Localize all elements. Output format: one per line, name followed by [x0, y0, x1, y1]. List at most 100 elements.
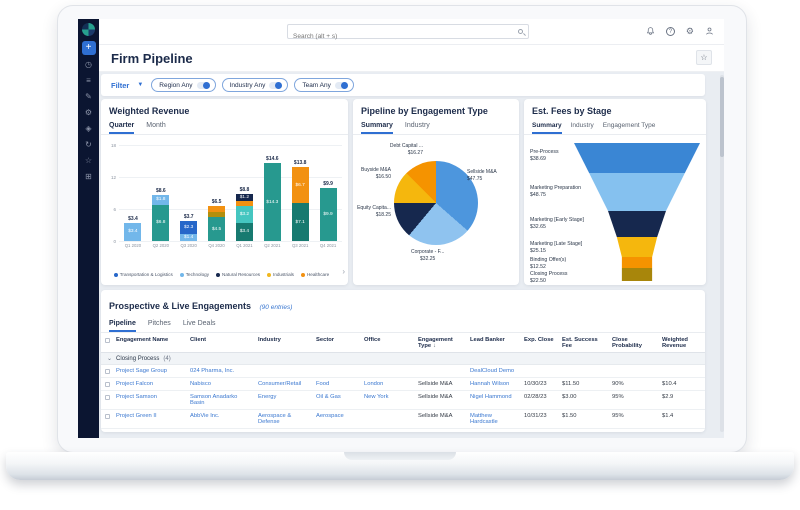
tab-summary[interactable]: Summary: [361, 122, 393, 134]
grid-icon[interactable]: ⊞: [85, 172, 92, 182]
table-cell: Sum: $16.00: [559, 431, 609, 432]
table-cell[interactable]: Exp. Close: [521, 336, 559, 344]
user-icon[interactable]: [705, 26, 714, 36]
app-window: + ◷ ≡ ✎ ⚙ ◈ ↻ ☆ ⊞ ? ⚙: [78, 19, 724, 438]
sort-desc-icon[interactable]: ↓: [433, 343, 436, 349]
add-new-button[interactable]: +: [82, 41, 96, 55]
table-cell[interactable]: Engagement Name: [113, 336, 187, 344]
table-cell: 02/28/23: [521, 393, 559, 401]
table-cell[interactable]: Nabisco: [187, 380, 255, 388]
table-cell[interactable]: Close Probability: [609, 336, 659, 350]
table-cell[interactable]: Food: [313, 380, 361, 388]
sidebar: + ◷ ≡ ✎ ⚙ ◈ ↻ ☆ ⊞: [78, 19, 99, 438]
table-cell[interactable]: DealCloud Demo: [467, 367, 521, 375]
table-cell[interactable]: Hannah Wilson: [467, 380, 521, 388]
tab-industry[interactable]: Industry: [571, 122, 594, 134]
bar-segment: $3.4: [236, 223, 253, 241]
table-cell[interactable]: Oil & Gas: [313, 393, 361, 401]
gear-icon[interactable]: ⚙: [686, 26, 694, 36]
header-checkbox[interactable]: [105, 338, 110, 343]
legend-label: Natural Resources: [222, 272, 260, 277]
table-cell[interactable]: Engagement Type↓: [415, 336, 467, 350]
help-icon[interactable]: ?: [666, 27, 675, 36]
table-cell: [101, 336, 113, 344]
filter-chip-region[interactable]: Region Any: [151, 78, 215, 92]
star-icon[interactable]: ☆: [85, 156, 92, 166]
table-cell[interactable]: Aerospace & Defense: [255, 412, 313, 426]
search-icon: [518, 29, 523, 34]
favorite-star-button[interactable]: ☆: [696, 50, 712, 65]
group-collapse-icon[interactable]: ⌄: [107, 355, 112, 362]
legend-more-chevron-icon[interactable]: ›: [342, 267, 345, 276]
legend-item[interactable]: Technology: [180, 272, 209, 277]
clock-icon[interactable]: ◷: [85, 60, 92, 70]
table-cell[interactable]: Samson Anadarko Basin: [187, 393, 255, 407]
row-checkbox[interactable]: [105, 382, 110, 387]
table-cell[interactable]: Industry: [255, 336, 313, 344]
table-cell: $2.9: [659, 393, 705, 401]
tab-pipeline[interactable]: Pipeline: [109, 320, 136, 332]
table-cell[interactable]: Nigel Hammond: [467, 393, 521, 401]
table-cell[interactable]: Project Green II: [113, 412, 187, 420]
tab-quarter[interactable]: Quarter: [109, 122, 134, 134]
table-cell[interactable]: Project Samson: [113, 393, 187, 401]
filter-chip-team[interactable]: Team Any: [294, 78, 354, 92]
row-checkbox[interactable]: [105, 395, 110, 400]
table-cell[interactable]: Energy: [255, 393, 313, 401]
legend-item[interactable]: Industrials: [267, 272, 294, 277]
table-cell[interactable]: Matthew Hardcastle: [467, 412, 521, 426]
table-cell[interactable]: 024 Pharma, Inc.: [187, 367, 255, 375]
tab-pitches[interactable]: Pitches: [148, 320, 171, 332]
legend-item[interactable]: Healthcare: [301, 272, 329, 277]
vertical-scrollbar[interactable]: [720, 75, 724, 432]
chip-toggle[interactable]: [197, 82, 210, 89]
tag-icon[interactable]: ◈: [85, 124, 91, 134]
tab-industry[interactable]: Industry: [405, 122, 430, 134]
table-cell[interactable]: London: [361, 380, 415, 388]
table-tabs: Pipeline Pitches Live Deals: [101, 314, 705, 333]
table-cell[interactable]: New York: [361, 393, 415, 401]
table-cell[interactable]: Client: [187, 336, 255, 344]
funnel-label: Closing Process$22.50: [530, 271, 567, 285]
table-cell[interactable]: Project Sage Group: [113, 367, 187, 375]
tab-live-deals[interactable]: Live Deals: [183, 320, 216, 332]
bars: $3.4$3.4Q1 2020$8.6$1.8$6.8Q2 2020$3.7$2…: [119, 145, 342, 241]
table-row: Project Green IIAbbVie Inc.Aerospace & D…: [101, 410, 705, 429]
row-checkbox[interactable]: [105, 414, 110, 419]
table-cell[interactable]: Est. Success Fee: [559, 336, 609, 350]
legend-item[interactable]: Transportation & Logistics: [114, 272, 173, 277]
table-cell[interactable]: Sector: [313, 336, 361, 344]
chip-toggle[interactable]: [335, 82, 348, 89]
list-icon[interactable]: ≡: [86, 76, 91, 86]
table-cell[interactable]: Lead Banker: [467, 336, 521, 344]
tab-month[interactable]: Month: [146, 122, 165, 134]
utility-bar: ? ⚙: [99, 19, 724, 45]
bar-chart-tabs: Quarter Month: [101, 116, 348, 135]
history-icon[interactable]: ↻: [85, 140, 92, 150]
table-cell[interactable]: Aerospace: [313, 412, 361, 420]
filter-chip-industry[interactable]: Industry Any: [222, 78, 289, 92]
row-checkbox[interactable]: [105, 369, 110, 374]
filter-label[interactable]: Filter: [111, 81, 129, 90]
weighted-revenue-card: Weighted Revenue Quarter Month 18 12 6 0…: [101, 99, 348, 285]
legend-dot: [267, 273, 271, 277]
bell-icon[interactable]: [646, 26, 655, 36]
funnel-label: Marketing Preparation$48.75: [530, 185, 581, 199]
tab-engagement-type[interactable]: Engagement Type: [603, 122, 656, 134]
table-cell[interactable]: Project Falcon: [113, 380, 187, 388]
search-input[interactable]: [288, 30, 528, 43]
table-cell[interactable]: Consumer/Retail: [255, 380, 313, 388]
scrollbar-thumb[interactable]: [720, 77, 724, 157]
bar-q1-2020: $3.4$3.4Q1 2020: [124, 216, 141, 241]
gear-icon[interactable]: ⚙: [85, 108, 92, 118]
table-cell[interactable]: Weighted Revenue: [659, 336, 705, 350]
bar-q3-2020: $3.7$2.3$1.4Q3 2020: [180, 214, 197, 241]
legend-item[interactable]: Natural Resources: [216, 272, 260, 277]
tab-summary[interactable]: Summary: [532, 122, 562, 134]
pipeline-by-engagement-card: Pipeline by Engagement Type Summary Indu…: [353, 99, 519, 285]
filter-bar: Filter ▼ Region AnyIndustry AnyTeam Any: [101, 74, 705, 96]
table-cell[interactable]: Office: [361, 336, 415, 344]
chip-toggle[interactable]: [269, 82, 282, 89]
pencil-icon[interactable]: ✎: [85, 92, 92, 102]
table-cell[interactable]: AbbVie Inc.: [187, 412, 255, 420]
